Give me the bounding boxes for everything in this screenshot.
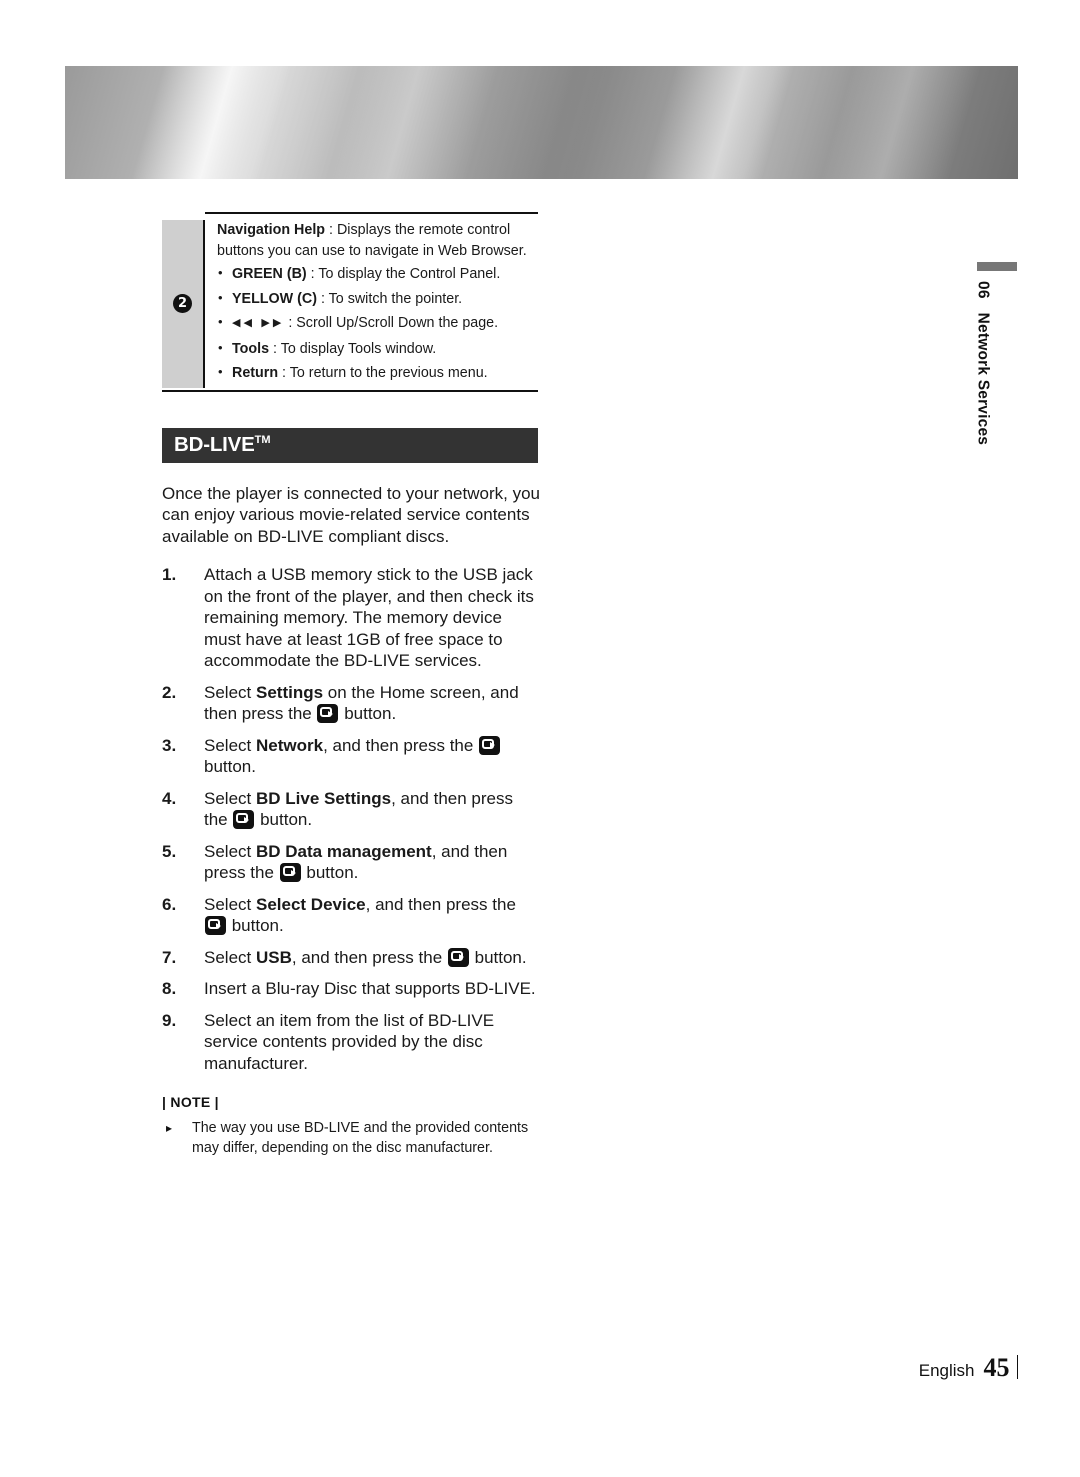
callout-marker: 2: [173, 294, 192, 314]
menu-term: Select Device: [255, 894, 366, 914]
menu-term: BD Data management: [255, 841, 432, 861]
navigation-help-table: 2 Navigation Help : Displays the remote …: [162, 212, 538, 392]
callout-number-cell: 2: [162, 220, 205, 388]
step-text: Select: [204, 735, 256, 755]
step-text: , and then press the: [323, 735, 479, 755]
enter-button-icon: [279, 863, 301, 882]
metallic-header-band: [65, 66, 1018, 179]
footer-page-number: 45: [983, 1353, 1010, 1382]
list-item: 3. Select Network, and then press the but…: [162, 735, 538, 778]
section-intro-paragraph: Once the player is connected to your net…: [162, 483, 540, 546]
menu-term: Network: [255, 735, 324, 755]
step-text: Select: [204, 841, 256, 861]
menu-term: Settings: [255, 682, 324, 702]
navigation-help-bullets: GREEN (B) : To display the Control Panel…: [217, 261, 538, 386]
chapter-side-tab: 06 Network Services: [975, 262, 1017, 481]
navigation-help-bullet-term: Return: [232, 365, 279, 381]
footer-divider: [1016, 1355, 1018, 1379]
list-item: 1. Attach a USB memory stick to the USB j…: [162, 564, 538, 672]
navigation-help-bullet-text: : To switch the pointer.: [316, 290, 463, 307]
navigation-help-bullet: YELLOW (C) : To switch the pointer.: [217, 286, 538, 312]
step-text: Select: [204, 682, 256, 702]
step-text: Select: [204, 788, 256, 808]
trademark-mark: TM: [254, 434, 271, 447]
step-text: button.: [227, 916, 284, 935]
step-text: button.: [255, 810, 313, 829]
page-title: BD-LIVETM: [174, 433, 271, 457]
chapter-number: 06: [974, 281, 992, 299]
list-item: 2. Select Settings on the Home screen, an…: [162, 682, 538, 725]
page-content: 2 Navigation Help : Displays the remote …: [162, 212, 540, 1158]
step-text: button.: [339, 704, 397, 723]
section-heading-bar: BD-LIVETM: [162, 427, 538, 463]
navigation-help-bullet: Return : To return to the previous menu.: [217, 360, 538, 386]
step-text: , and then press the: [291, 947, 447, 967]
note-item: The way you use BD-LIVE and the provided…: [162, 1118, 538, 1158]
step-number: 7.: [162, 947, 177, 967]
section-heading-text: BD-LIVE: [174, 433, 255, 456]
step-text: Select an item from the list of BD-LIVE …: [204, 1010, 495, 1073]
navigation-help-lead: Navigation Help : Displays the remote co…: [217, 220, 538, 261]
step-number: 3.: [162, 735, 177, 755]
list-item: 5. Select BD Data management, and then pr…: [162, 841, 538, 884]
page-footer: English 45: [919, 1352, 1018, 1383]
side-tab-label: 06 Network Services: [974, 281, 992, 481]
note-list: The way you use BD-LIVE and the provided…: [162, 1118, 538, 1158]
enter-button-icon: [205, 916, 226, 935]
step-text: button.: [204, 757, 256, 776]
navigation-help-bullet: Tools : To display Tools window.: [217, 336, 538, 362]
list-item: 8. Insert a Blu-ray Disc that supports BD…: [162, 978, 538, 1000]
step-number: 1.: [162, 565, 177, 584]
step-text: Select: [204, 894, 256, 914]
navigation-help-bullet-text: : To display the Control Panel.: [306, 266, 501, 282]
navigation-help-bullet: ◀◀ ▶▶ : Scroll Up/Scroll Down the page.: [217, 310, 538, 337]
footer-language: English: [918, 1361, 975, 1380]
step-number: 8.: [162, 979, 177, 998]
step-text: button.: [301, 863, 359, 882]
step-text: Insert a Blu-ray Disc that supports BD-L…: [204, 979, 536, 998]
step-text: Select: [204, 947, 256, 967]
navigation-help-term: Navigation Help: [217, 222, 326, 238]
step-text: button.: [469, 947, 527, 967]
list-item: 4. Select BD Live Settings, and then pres…: [162, 788, 538, 831]
numbered-steps-list: 1. Attach a USB memory stick to the USB j…: [162, 564, 538, 1074]
step-number: 4.: [162, 788, 177, 808]
navigation-help-bullet-term: YELLOW (C): [232, 290, 317, 307]
navigation-help-bullet-text: : To display Tools window.: [269, 340, 437, 357]
navigation-help-bullet-text: : To return to the previous menu.: [278, 365, 488, 381]
list-item: 7. Select USB, and then press the button.: [162, 947, 538, 969]
navigation-help-bullet-term: Tools: [232, 340, 270, 357]
navigation-help-bullet-term: GREEN (B): [232, 266, 307, 282]
list-item: 9. Select an item from the list of BD-LIV…: [162, 1010, 538, 1075]
step-number: 9.: [162, 1010, 177, 1030]
note-heading: | NOTE |: [162, 1094, 219, 1110]
step-text: , and then press the: [365, 894, 516, 914]
navigation-help-body: Navigation Help : Displays the remote co…: [205, 212, 538, 390]
enter-button-icon: [479, 735, 501, 755]
list-item: 6. Select Select Device, and then press t…: [162, 894, 538, 937]
enter-button-icon: [233, 810, 255, 829]
menu-term: USB: [255, 947, 292, 967]
enter-button-icon: [317, 704, 339, 723]
step-number: 5.: [162, 841, 177, 861]
rewind-fastforward-icon: ◀◀ ▶▶: [232, 316, 285, 329]
step-text: Attach a USB memory stick to the USB jac…: [204, 565, 534, 670]
navigation-help-bullet-text: : Scroll Up/Scroll Down the page.: [284, 315, 499, 331]
chapter-title: Network Services: [974, 312, 992, 446]
menu-term: BD Live Settings: [255, 788, 392, 808]
step-number: 2.: [162, 682, 177, 702]
side-tab-rule: [977, 262, 1017, 271]
navigation-help-bullet: GREEN (B) : To display the Control Panel…: [217, 261, 538, 287]
step-number: 6.: [162, 894, 177, 914]
enter-button-icon: [447, 947, 469, 967]
